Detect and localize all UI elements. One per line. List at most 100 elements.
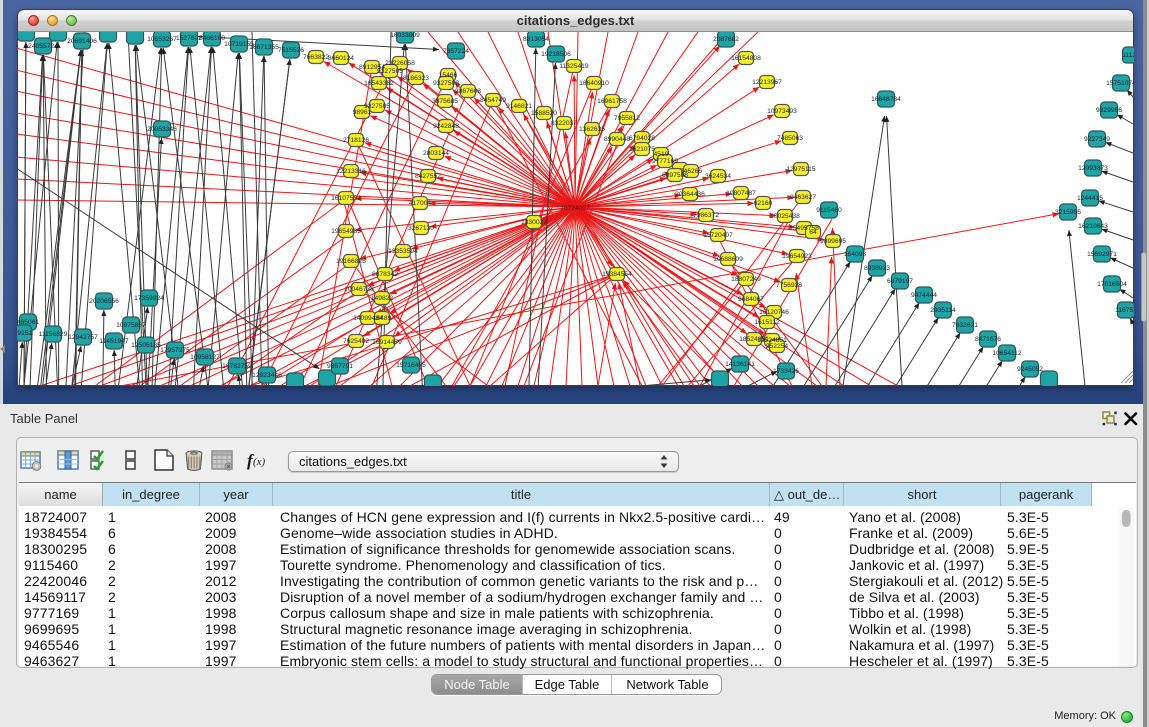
svg-text:62160: 62160 (754, 200, 773, 207)
svg-text:9242848: 9242848 (433, 123, 459, 130)
svg-text:6897568: 6897568 (662, 172, 688, 179)
svg-text:9327505: 9327505 (377, 68, 403, 75)
svg-text:10973493: 10973493 (767, 108, 797, 115)
svg-text:8471676: 8471676 (975, 336, 1001, 343)
svg-text:16107552: 16107552 (331, 195, 361, 202)
svg-text:9327508: 9327508 (433, 80, 459, 87)
svg-text:16154808: 16154808 (731, 55, 761, 62)
svg-text:12923446: 12923446 (252, 372, 282, 379)
svg-text:15716485: 15716485 (396, 362, 426, 369)
svg-text:7663822: 7663822 (303, 54, 329, 61)
svg-text:16961758: 16961758 (597, 98, 627, 105)
svg-text:2935114: 2935114 (930, 307, 956, 314)
svg-text:10025438: 10025438 (770, 213, 800, 220)
svg-text:3215955: 3215955 (1055, 209, 1081, 216)
svg-text:16033809: 16033809 (390, 32, 420, 39)
svg-text:9146821: 9146821 (506, 103, 532, 110)
svg-text:1244415: 1244415 (1077, 195, 1103, 202)
svg-text:1830027: 1830027 (521, 219, 547, 226)
svg-text:15751074: 15751074 (1106, 80, 1134, 87)
svg-text:9227349: 9227349 (1084, 136, 1110, 143)
svg-text:20691406: 20691406 (67, 38, 97, 45)
svg-text:16489: 16489 (373, 315, 392, 322)
svg-text:10653267: 10653267 (147, 36, 177, 43)
svg-text:149822: 149822 (371, 295, 394, 302)
svg-text:3624534: 3624534 (705, 173, 731, 180)
svg-text:8427552: 8427552 (415, 173, 441, 180)
svg-text:9899695: 9899695 (820, 238, 846, 245)
svg-text:7485063: 7485063 (777, 135, 803, 142)
svg-text:98961: 98961 (353, 109, 372, 116)
svg-text:9857791: 9857791 (327, 363, 353, 370)
svg-text:19218506: 19218506 (541, 51, 571, 58)
svg-text:7632621: 7632621 (952, 322, 978, 329)
svg-text:8938923: 8938923 (864, 265, 890, 272)
svg-text:2718126: 2718126 (343, 137, 369, 144)
svg-text:6466160: 6466160 (199, 35, 225, 42)
svg-text:9245052: 9245052 (1017, 366, 1043, 373)
svg-text:1588520: 1588520 (531, 110, 557, 117)
svg-text:8186323: 8186323 (403, 75, 429, 82)
svg-text:11156829: 11156829 (39, 331, 68, 338)
svg-text:9474444: 9474444 (911, 292, 937, 299)
svg-text:12093873: 12093873 (1078, 165, 1108, 172)
svg-text:16648784: 16648784 (871, 96, 901, 103)
svg-text:19166825: 19166825 (336, 258, 366, 265)
svg-text:6794028: 6794028 (629, 135, 655, 142)
svg-text:11451947: 11451947 (99, 338, 129, 345)
svg-text:13353594: 13353594 (388, 248, 418, 255)
svg-text:3267130: 3267130 (408, 225, 434, 232)
svg-text:9684067: 9684067 (738, 296, 764, 303)
svg-text:16914479: 16914479 (372, 339, 402, 346)
svg-text:11123: 11123 (1122, 52, 1134, 59)
svg-text:7357224: 7357224 (443, 48, 469, 55)
svg-text:18724007: 18724007 (560, 205, 590, 212)
svg-text:15692971: 15692971 (1087, 251, 1117, 258)
svg-text:465061: 465061 (17, 319, 39, 326)
svg-text:2867608: 2867608 (455, 88, 481, 95)
svg-text:11325419: 11325419 (559, 63, 589, 70)
svg-text:64: 64 (809, 229, 817, 236)
svg-text:9329966: 9329966 (1096, 107, 1122, 114)
svg-text:9463627: 9463627 (790, 194, 816, 201)
svg-text:16782759: 16782759 (222, 363, 252, 370)
svg-text:16210643: 16210643 (1078, 223, 1108, 230)
svg-text:3875685: 3875685 (432, 98, 458, 105)
svg-text:20364436: 20364436 (675, 191, 705, 198)
svg-text:8990448: 8990448 (604, 136, 630, 143)
svg-text:12213967: 12213967 (752, 79, 782, 86)
svg-text:16543382: 16543382 (364, 80, 394, 87)
svg-text:18807249: 18807249 (731, 276, 761, 283)
svg-text:10807487: 10807487 (726, 190, 756, 197)
svg-text:19384554: 19384554 (602, 271, 632, 278)
svg-text:1621075: 1621075 (629, 146, 655, 153)
svg-text:2087682: 2087682 (713, 36, 739, 43)
svg-text:14136141: 14136141 (725, 361, 755, 368)
svg-text:8322037: 8322037 (551, 120, 577, 127)
svg-text:1362635: 1362635 (579, 126, 605, 133)
svg-text:16671355: 16671355 (249, 44, 279, 51)
svg-text:6879197: 6879197 (887, 278, 913, 285)
svg-text:7986372: 7986372 (693, 212, 719, 219)
svg-text:9777169: 9777169 (652, 158, 678, 165)
svg-text:10046738: 10046738 (344, 286, 374, 293)
svg-text:7756928: 7756928 (776, 282, 802, 289)
svg-text:18524851: 18524851 (739, 336, 769, 343)
svg-text:7625402: 7625402 (343, 338, 369, 345)
svg-text:1615112: 1615112 (754, 319, 780, 326)
svg-text:8454749: 8454749 (480, 97, 506, 104)
svg-text:116753: 116753 (1115, 307, 1134, 314)
svg-text:39151: 39151 (17, 330, 33, 337)
svg-text:10958127: 10958127 (190, 354, 220, 361)
svg-text:(x): (x) (253, 456, 266, 468)
svg-text:10688609: 10688609 (713, 256, 743, 263)
svg-text:417004: 417004 (409, 200, 432, 207)
svg-text:23226058: 23226058 (385, 60, 415, 67)
svg-text:164093: 164093 (844, 251, 867, 258)
svg-text:18640910: 18640910 (579, 80, 609, 87)
svg-text:12213316: 12213316 (336, 168, 366, 175)
svg-text:20053346: 20053346 (147, 126, 177, 133)
svg-text:15720407: 15720407 (703, 232, 733, 239)
svg-text:17359924: 17359924 (134, 295, 164, 302)
svg-text:8813054: 8813054 (523, 36, 549, 43)
